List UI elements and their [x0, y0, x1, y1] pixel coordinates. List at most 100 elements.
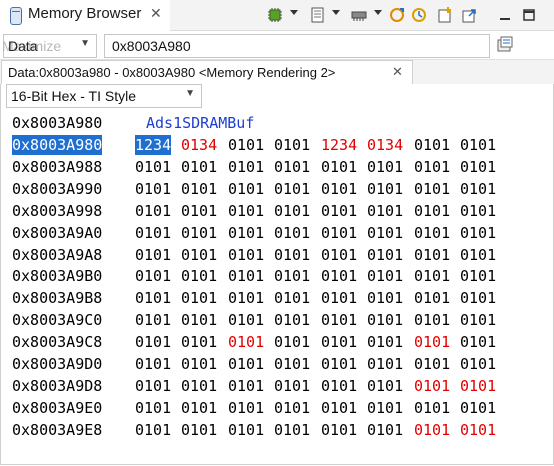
- memory-cell[interactable]: 0101: [274, 310, 310, 330]
- memory-cell[interactable]: 0101: [460, 223, 496, 243]
- memory-cell[interactable]: 0101: [135, 245, 171, 265]
- memory-cell[interactable]: 0101: [274, 135, 310, 155]
- memory-cell[interactable]: 0134: [367, 135, 403, 155]
- memory-cell[interactable]: 0101: [228, 223, 264, 243]
- memory-cell[interactable]: 0101: [414, 354, 450, 374]
- memory-cell[interactable]: 0101: [460, 310, 496, 330]
- memory-cell[interactable]: 0101: [414, 266, 450, 286]
- memory-cell[interactable]: 0101: [228, 288, 264, 308]
- row-address[interactable]: 0x8003A9B8: [12, 288, 102, 308]
- memory-cell[interactable]: 0101: [414, 420, 450, 440]
- memory-cell[interactable]: 0101: [367, 332, 403, 352]
- memory-cell[interactable]: 0101: [228, 376, 264, 396]
- memory-cell[interactable]: 0101: [460, 332, 496, 352]
- memory-cell[interactable]: 0101: [321, 223, 357, 243]
- memory-cell[interactable]: 0101: [414, 310, 450, 330]
- chevron-down-icon[interactable]: [374, 10, 382, 15]
- memory-cell[interactable]: 0101: [181, 310, 217, 330]
- memory-cell[interactable]: 0101: [274, 376, 310, 396]
- row-address[interactable]: 0x8003A9C8: [12, 332, 102, 352]
- memory-cell[interactable]: 0101: [321, 201, 357, 221]
- export-icon[interactable]: [460, 6, 478, 24]
- memory-cell[interactable]: 0101: [414, 223, 450, 243]
- row-address[interactable]: 0x8003A9A0: [12, 223, 102, 243]
- memory-cell[interactable]: 0101: [274, 420, 310, 440]
- memory-cell[interactable]: 0101: [460, 420, 496, 440]
- memory-cell[interactable]: 0101: [460, 201, 496, 221]
- memory-cell[interactable]: 0101: [321, 332, 357, 352]
- memory-cell[interactable]: 0101: [135, 223, 171, 243]
- memory-cell[interactable]: 0101: [181, 354, 217, 374]
- memory-cell[interactable]: 0101: [367, 157, 403, 177]
- memory-cell[interactable]: 0101: [274, 288, 310, 308]
- memory-cell[interactable]: 0101: [228, 420, 264, 440]
- memory-cell[interactable]: 0101: [135, 266, 171, 286]
- memory-cell[interactable]: 0101: [274, 223, 310, 243]
- memory-cell[interactable]: 1234: [321, 135, 357, 155]
- memory-cell[interactable]: 0101: [414, 376, 450, 396]
- maximize-icon[interactable]: [520, 6, 538, 24]
- memory-cell[interactable]: 0101: [367, 398, 403, 418]
- memory-cell[interactable]: 0101: [135, 288, 171, 308]
- memory-cell[interactable]: 0101: [181, 420, 217, 440]
- memory-cell[interactable]: 0101: [460, 398, 496, 418]
- chip-icon[interactable]: [266, 6, 284, 24]
- row-address[interactable]: 0x8003A980: [12, 135, 103, 155]
- memory-cell[interactable]: 0101: [367, 223, 403, 243]
- format-dropdown[interactable]: 16-Bit Hex - TI Style ▼: [6, 84, 202, 108]
- new-tab-icon[interactable]: [436, 6, 454, 24]
- memory-cell[interactable]: 0101: [181, 223, 217, 243]
- memory-cell[interactable]: 0101: [135, 332, 171, 352]
- memory-cell[interactable]: 0101: [181, 266, 217, 286]
- memory-cell[interactable]: 0101: [414, 332, 450, 352]
- memory-cell[interactable]: 0101: [460, 179, 496, 199]
- memory-cell[interactable]: 0101: [274, 266, 310, 286]
- row-address[interactable]: 0x8003A9D0: [12, 354, 102, 374]
- memory-cell[interactable]: 0101: [321, 157, 357, 177]
- memory-cell[interactable]: 0101: [135, 376, 171, 396]
- memory-cell[interactable]: 0101: [135, 420, 171, 440]
- row-address[interactable]: 0x8003A988: [12, 157, 102, 177]
- memory-cell[interactable]: 0101: [181, 245, 217, 265]
- chevron-down-icon[interactable]: [332, 10, 340, 15]
- memory-cell[interactable]: 0101: [274, 179, 310, 199]
- memory-cell[interactable]: 0134: [181, 135, 217, 155]
- memory-cell[interactable]: 0101: [228, 266, 264, 286]
- memory-cell[interactable]: 0101: [414, 135, 450, 155]
- memory-cell[interactable]: 0101: [274, 201, 310, 221]
- memory-cell[interactable]: 0101: [228, 179, 264, 199]
- memory-cell[interactable]: 0101: [367, 310, 403, 330]
- memory-cell[interactable]: 0101: [181, 179, 217, 199]
- memory-cell[interactable]: 0101: [274, 354, 310, 374]
- memory-cell[interactable]: 0101: [367, 266, 403, 286]
- memory-cell[interactable]: 0101: [367, 288, 403, 308]
- memory-cell[interactable]: 0101: [460, 288, 496, 308]
- memory-cell[interactable]: 0101: [228, 354, 264, 374]
- memory-cell[interactable]: 0101: [414, 245, 450, 265]
- memory-cell[interactable]: 0101: [460, 354, 496, 374]
- memory-cell[interactable]: 0101: [135, 354, 171, 374]
- chevron-down-icon[interactable]: [290, 10, 298, 15]
- sync-icon[interactable]: [388, 6, 406, 24]
- memory-cell[interactable]: 0101: [321, 310, 357, 330]
- memory-cell[interactable]: 0101: [367, 179, 403, 199]
- memory-cell[interactable]: 0101: [135, 398, 171, 418]
- memory-cell[interactable]: 0101: [414, 157, 450, 177]
- memory-cell[interactable]: 0101: [274, 157, 310, 177]
- row-address[interactable]: 0x8003A9D8: [12, 376, 102, 396]
- memory-cell[interactable]: 0101: [367, 354, 403, 374]
- minimize-icon[interactable]: [496, 6, 514, 24]
- rendering-tab[interactable]: Data:0x8003a980 - 0x8003A980 <Memory Ren…: [1, 60, 413, 85]
- memory-cell[interactable]: 0101: [274, 398, 310, 418]
- row-address[interactable]: 0x8003A9E0: [12, 398, 102, 418]
- memory-cell[interactable]: 0101: [135, 310, 171, 330]
- memory-cell[interactable]: 0101: [181, 157, 217, 177]
- memory-cell[interactable]: 0101: [181, 201, 217, 221]
- memory-cell[interactable]: 0101: [321, 288, 357, 308]
- address-input[interactable]: 0x8003A980: [104, 34, 490, 58]
- memory-browser-tab[interactable]: Memory Browser ✕: [0, 0, 171, 30]
- close-view-icon[interactable]: ✕: [150, 5, 162, 22]
- memory-cell[interactable]: 0101: [460, 135, 496, 155]
- row-address[interactable]: 0x8003A9A8: [12, 245, 102, 265]
- memory-cell[interactable]: 0101: [321, 245, 357, 265]
